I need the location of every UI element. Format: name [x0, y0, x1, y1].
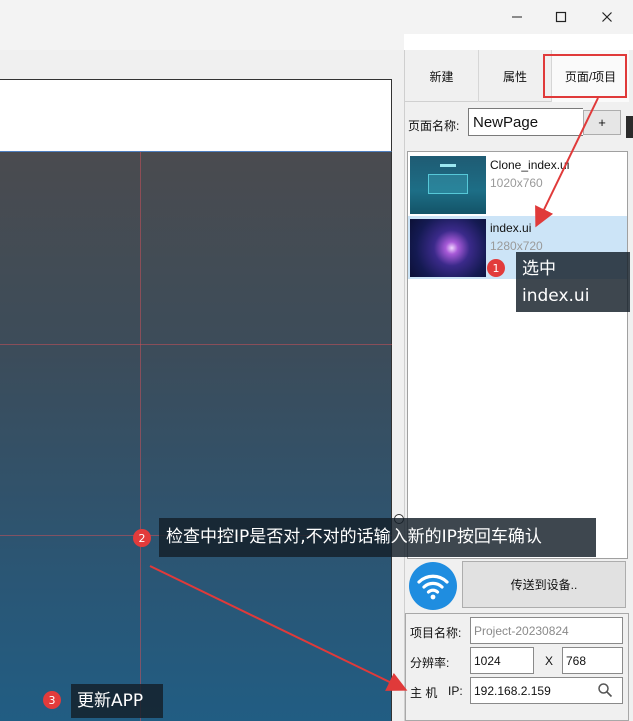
minimize-icon: [512, 16, 522, 18]
resolution-width-input[interactable]: 1024: [470, 647, 534, 674]
project-name-label: 项目名称:: [410, 626, 462, 640]
page-item-size: 1280x720: [490, 239, 543, 253]
design-canvas[interactable]: [0, 151, 392, 721]
host-label: 主 机: [410, 686, 438, 700]
page-name-input[interactable]: NewPage: [468, 108, 583, 136]
send-to-device-button[interactable]: 传送到设备..: [462, 561, 626, 608]
wifi-button[interactable]: [409, 562, 457, 610]
minimize-button[interactable]: [494, 0, 540, 34]
right-panel: 新建 属性 页面/项目 页面名称: NewPage + Clone_index.…: [404, 50, 633, 721]
callout-line: 选中: [522, 259, 556, 279]
project-name-input[interactable]: Project-20230824: [470, 617, 623, 644]
maximize-button[interactable]: [538, 0, 584, 34]
close-button[interactable]: [584, 0, 630, 34]
guide-line-vertical: [140, 152, 141, 721]
page-item-name: index.ui: [490, 221, 532, 235]
page-item-size: 1020x760: [490, 176, 543, 190]
add-page-button[interactable]: +: [583, 110, 621, 135]
tab-page-project[interactable]: 页面/项目: [552, 50, 629, 102]
scroll-edge: [626, 116, 633, 138]
page-thumbnail: [410, 219, 486, 277]
page-thumbnail: [410, 156, 486, 214]
search-icon[interactable]: [597, 682, 613, 698]
title-bar: [0, 0, 633, 34]
callout-select-index: 选中 index.ui: [516, 252, 630, 312]
callout-update-app: 更新APP: [71, 684, 163, 718]
design-canvas-area: [0, 50, 404, 721]
callout-check-ip: 检查中控IP是否对,不对的话输入新的IP按回车确认: [159, 518, 596, 557]
step-badge: 2: [133, 529, 151, 547]
tab-new[interactable]: 新建: [405, 50, 479, 102]
close-icon: [602, 12, 612, 22]
step-badge: 3: [43, 691, 61, 709]
resolution-height-input[interactable]: 768: [562, 647, 623, 674]
guide-line-horizontal: [0, 344, 392, 345]
resolution-label: 分辨率:: [410, 656, 450, 670]
wifi-icon: [417, 574, 449, 600]
list-item[interactable]: Clone_index.ui 1020x760: [408, 153, 627, 216]
callout-line: index.ui: [522, 286, 590, 306]
toolbar-strip: [0, 34, 404, 50]
resolution-x-label: X: [545, 654, 554, 668]
page-list[interactable]: Clone_index.ui 1020x760 index.ui 1280x72…: [407, 151, 628, 559]
page-name-row: 页面名称: NewPage +: [405, 107, 633, 137]
tab-properties[interactable]: 属性: [479, 50, 552, 102]
maximize-icon: [555, 11, 567, 23]
panel-tabs: 新建 属性 页面/项目: [405, 50, 629, 102]
project-settings: 项目名称: Project-20230824 分辨率: 1024 X 768 主…: [405, 613, 629, 721]
page-item-name: Clone_index.ui: [490, 158, 570, 172]
page-name-label: 页面名称:: [408, 119, 460, 133]
step-badge: 1: [487, 259, 505, 277]
ip-label: IP:: [448, 684, 463, 698]
canvas-header-region[interactable]: [0, 79, 392, 151]
